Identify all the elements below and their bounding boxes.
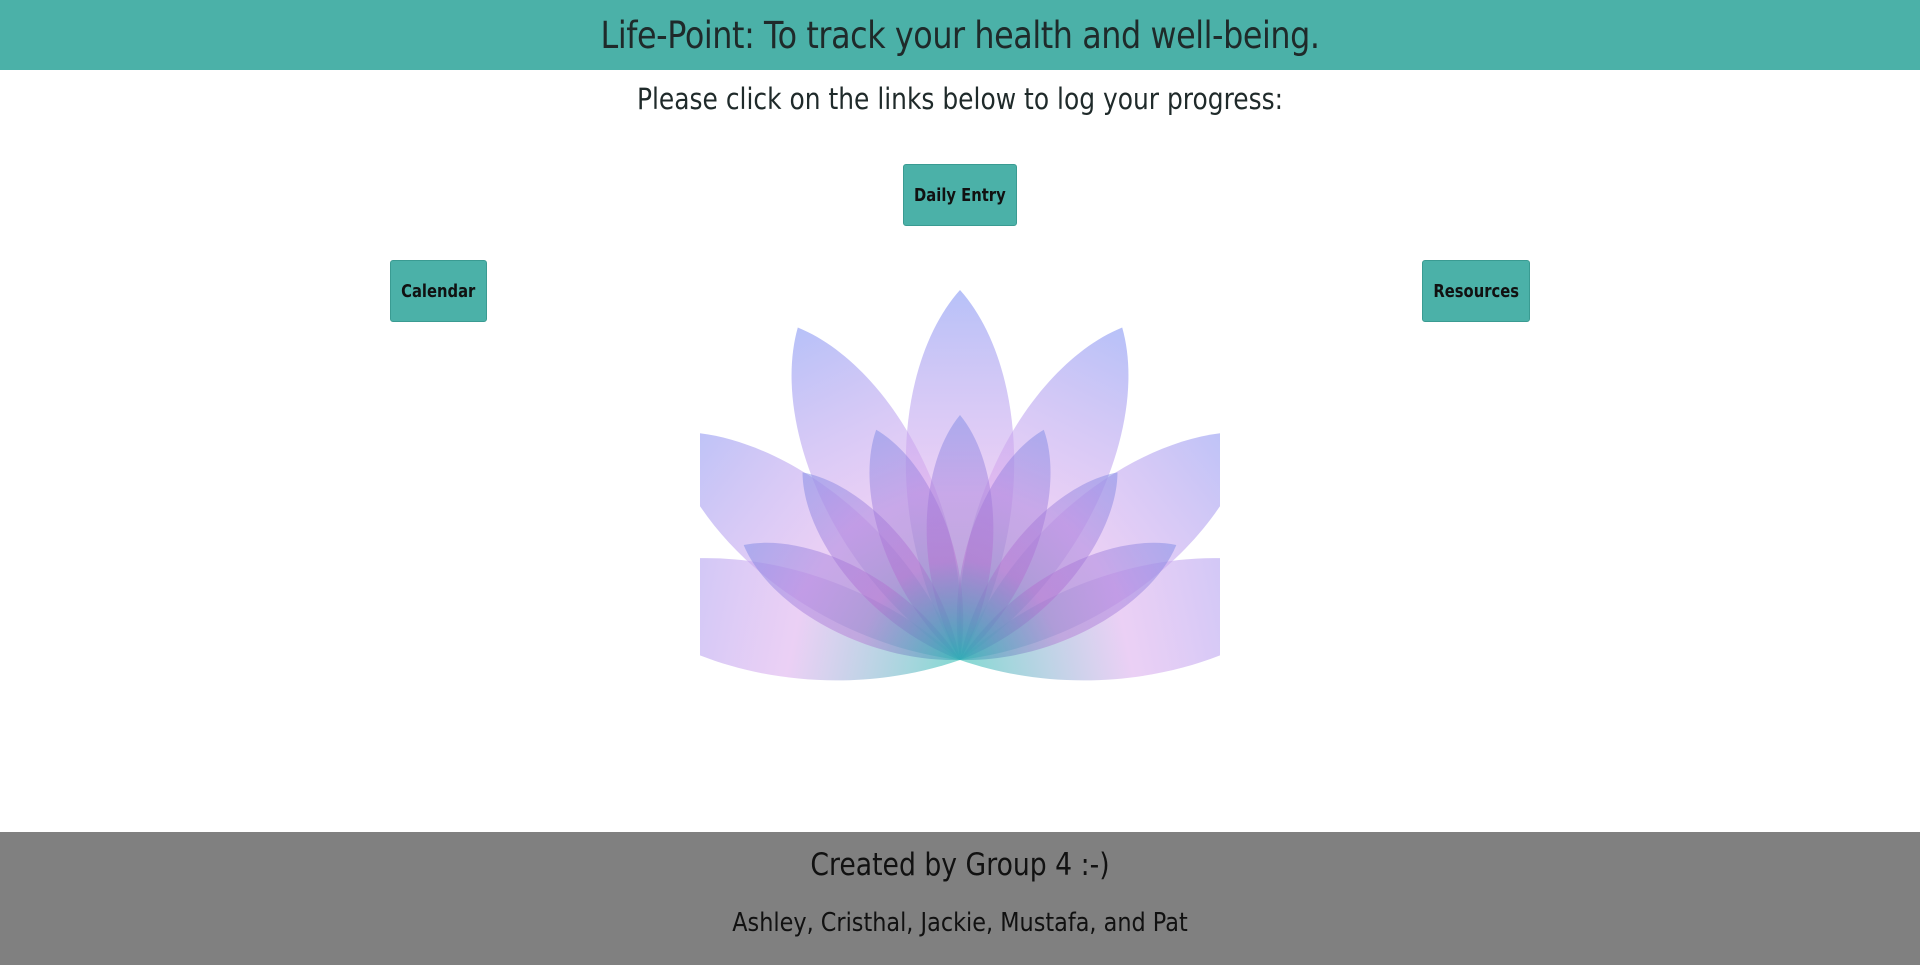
page-header: Life-Point: To track your health and wel…: [0, 0, 1920, 70]
page-title: Life-Point: To track your health and wel…: [600, 13, 1320, 57]
footer-credit: Created by Group 4 :-): [810, 847, 1110, 883]
resources-button[interactable]: Resources: [1422, 260, 1530, 322]
page-footer: Created by Group 4 :-) Ashley, Cristhal,…: [0, 832, 1920, 965]
calendar-label: Calendar: [401, 280, 476, 302]
footer-names: Ashley, Cristhal, Jackie, Mustafa, and P…: [732, 908, 1188, 938]
daily-entry-label: Daily Entry: [914, 184, 1006, 206]
lotus-flower-image: [700, 290, 1220, 681]
daily-entry-button[interactable]: Daily Entry: [903, 164, 1017, 226]
calendar-button[interactable]: Calendar: [390, 260, 487, 322]
resources-label: Resources: [1433, 280, 1519, 302]
instructions-text: Please click on the links below to log y…: [636, 82, 1284, 116]
